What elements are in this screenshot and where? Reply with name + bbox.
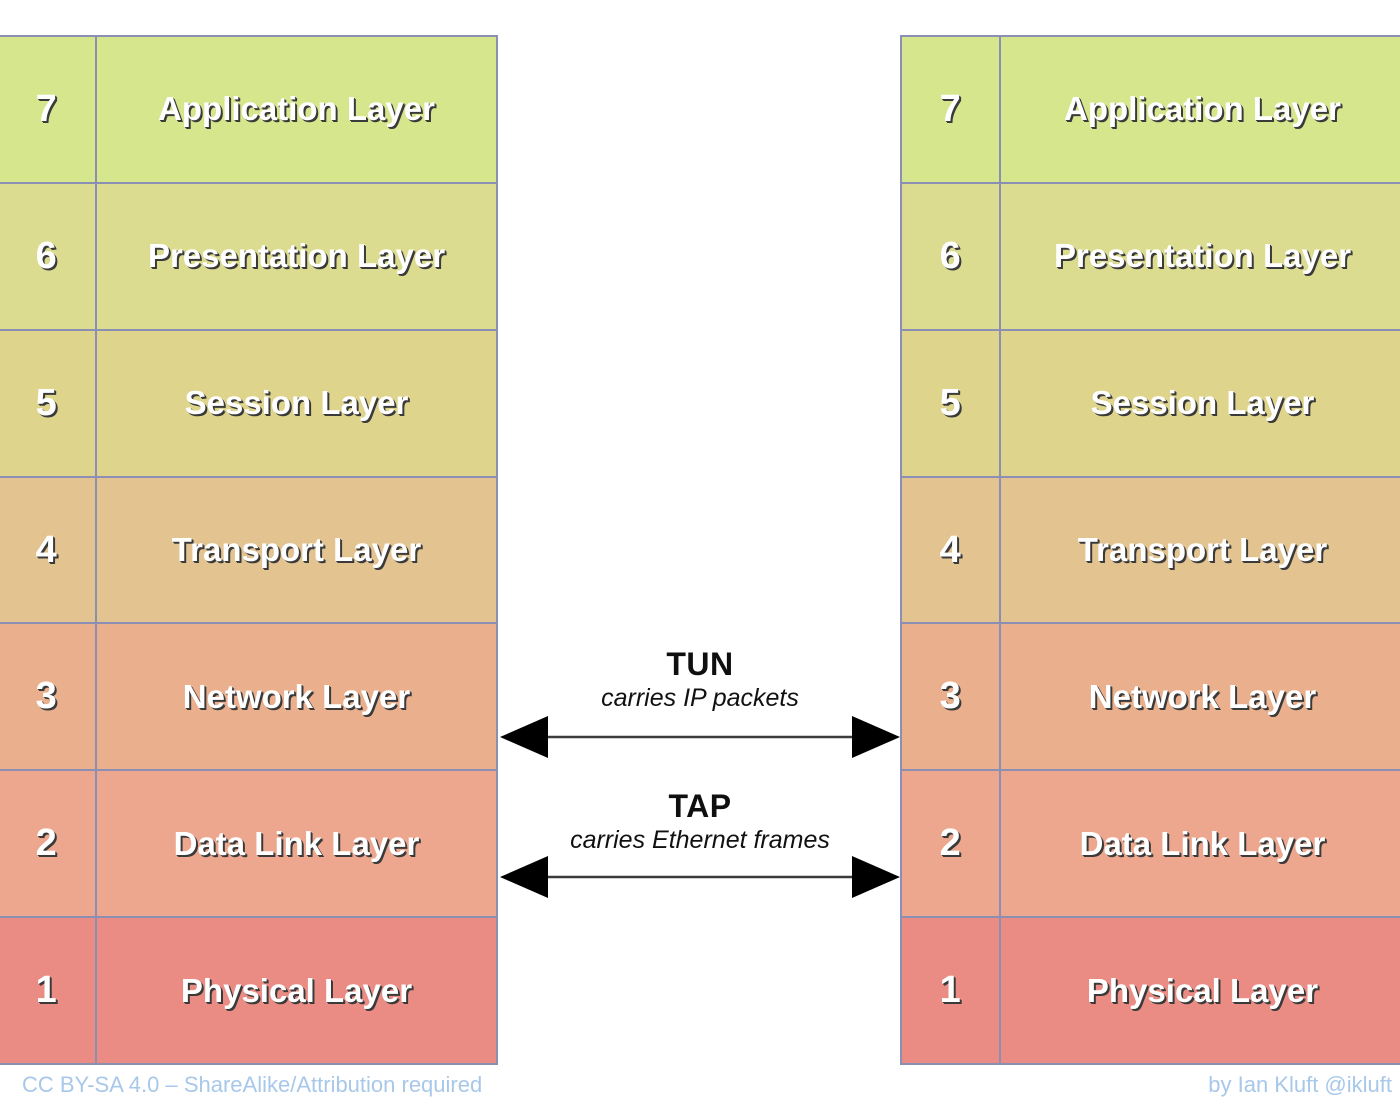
layer-name-cell: Application Layer <box>97 37 496 182</box>
layer-number-cell: 4 <box>902 477 1001 623</box>
layer-number: 2 <box>35 822 58 865</box>
layer-number-cell: 7 <box>0 37 97 182</box>
layer-name: Physical Layer <box>1086 971 1319 1009</box>
layer-name: Transport Layer <box>171 531 422 568</box>
layer-row: 6 Presentation Layer <box>0 183 496 331</box>
layer-number: 2 <box>939 822 962 865</box>
tun-channel-label: TUN carries IP packets <box>500 646 900 712</box>
layer-row: 4 Transport Layer <box>0 477 496 625</box>
layer-number: 7 <box>939 87 962 130</box>
layer-number: 6 <box>35 234 58 277</box>
layer-name: Physical Layer <box>180 971 413 1009</box>
layer-name-cell: Physical Layer <box>97 918 496 1063</box>
layer-row: 5 Session Layer <box>0 330 496 478</box>
layer-name-cell: Presentation Layer <box>1001 184 1400 329</box>
layer-row: 1 Physical Layer <box>902 918 1400 1064</box>
layer-name: Data Link Layer <box>173 824 420 862</box>
diagram-canvas: 7 Application Layer 6 Presentation Layer… <box>0 0 1400 1104</box>
layer-number-cell: 6 <box>0 183 97 329</box>
tap-arrowhead-right <box>852 856 900 898</box>
layer-name-cell: Data Link Layer <box>1001 771 1400 916</box>
layer-name: Network Layer <box>1088 677 1317 715</box>
layer-number: 3 <box>939 675 962 718</box>
layer-row: 7 Application Layer <box>0 37 496 184</box>
layer-number: 4 <box>35 528 58 571</box>
tun-double-arrow <box>500 716 900 758</box>
layer-row: 2 Data Link Layer <box>0 771 496 919</box>
layer-number: 6 <box>939 234 962 277</box>
layer-number: 1 <box>939 969 962 1012</box>
tap-subtitle: carries Ethernet frames <box>570 825 830 854</box>
layer-name: Session Layer <box>1090 384 1315 422</box>
layer-number-cell: 2 <box>0 771 97 917</box>
layer-number-cell: 5 <box>0 330 97 476</box>
layer-number-cell: 1 <box>0 918 97 1064</box>
tap-channel-label: TAP carries Ethernet frames <box>500 788 900 854</box>
tun-subtitle: carries IP packets <box>601 683 799 712</box>
layer-number: 7 <box>35 87 58 130</box>
layer-number: 5 <box>35 381 58 424</box>
tun-title: TUN <box>666 646 734 682</box>
layer-number-cell: 7 <box>902 37 1001 182</box>
layer-name: Presentation Layer <box>1053 237 1352 275</box>
layer-number-cell: 5 <box>902 330 1001 476</box>
layer-number: 1 <box>35 969 58 1012</box>
layer-name-cell: Transport Layer <box>1001 478 1400 623</box>
layer-name-cell: Application Layer <box>1001 37 1400 182</box>
layer-number: 5 <box>939 381 962 424</box>
layer-number: 4 <box>939 528 962 571</box>
layer-row: 2 Data Link Layer <box>902 771 1400 919</box>
layer-row: 6 Presentation Layer <box>902 183 1400 331</box>
layer-name-cell: Session Layer <box>1001 331 1400 476</box>
layer-number-cell: 3 <box>0 624 97 770</box>
layer-name: Application Layer <box>1064 90 1341 128</box>
layer-name: Presentation Layer <box>147 237 446 275</box>
layer-name: Session Layer <box>184 384 409 422</box>
layer-row: 3 Network Layer <box>0 624 496 772</box>
layer-name: Application Layer <box>158 90 435 128</box>
layer-row: 4 Transport Layer <box>902 477 1400 625</box>
layer-name-cell: Transport Layer <box>97 478 496 623</box>
layer-name: Data Link Layer <box>1079 824 1326 862</box>
layer-row: 5 Session Layer <box>902 330 1400 478</box>
layer-name-cell: Data Link Layer <box>97 771 496 916</box>
layer-name-cell: Presentation Layer <box>97 184 496 329</box>
layer-number: 3 <box>35 675 58 718</box>
tap-double-arrow <box>500 856 900 898</box>
credit-text: by Ian Kluft @ikluft <box>1208 1072 1392 1097</box>
tap-title: TAP <box>668 788 732 824</box>
layer-row: 1 Physical Layer <box>0 918 496 1064</box>
layer-name-cell: Physical Layer <box>1001 918 1400 1063</box>
layer-number-cell: 2 <box>902 771 1001 917</box>
layer-number-cell: 6 <box>902 183 1001 329</box>
osi-stack-left: 7 Application Layer 6 Presentation Layer… <box>0 35 498 1065</box>
license-text: CC BY-SA 4.0 – ShareAlike/Attribution re… <box>22 1072 483 1097</box>
layer-number-cell: 1 <box>902 918 1001 1064</box>
layer-row: 3 Network Layer <box>902 624 1400 772</box>
tun-arrowhead-right <box>852 716 900 758</box>
layer-name-cell: Network Layer <box>97 624 496 769</box>
layer-name-cell: Network Layer <box>1001 624 1400 769</box>
osi-stack-right: 7 Application Layer 6 Presentation Layer… <box>900 35 1400 1065</box>
tun-arrowhead-left <box>500 716 548 758</box>
tap-arrowhead-left <box>500 856 548 898</box>
layer-row: 7 Application Layer <box>902 37 1400 184</box>
layer-number-cell: 3 <box>902 624 1001 770</box>
layer-number-cell: 4 <box>0 477 97 623</box>
layer-name: Network Layer <box>182 677 411 715</box>
footer: CC BY-SA 4.0 – ShareAlike/Attribution re… <box>0 1062 1400 1102</box>
layer-name-cell: Session Layer <box>97 331 496 476</box>
layer-name: Transport Layer <box>1077 531 1328 568</box>
